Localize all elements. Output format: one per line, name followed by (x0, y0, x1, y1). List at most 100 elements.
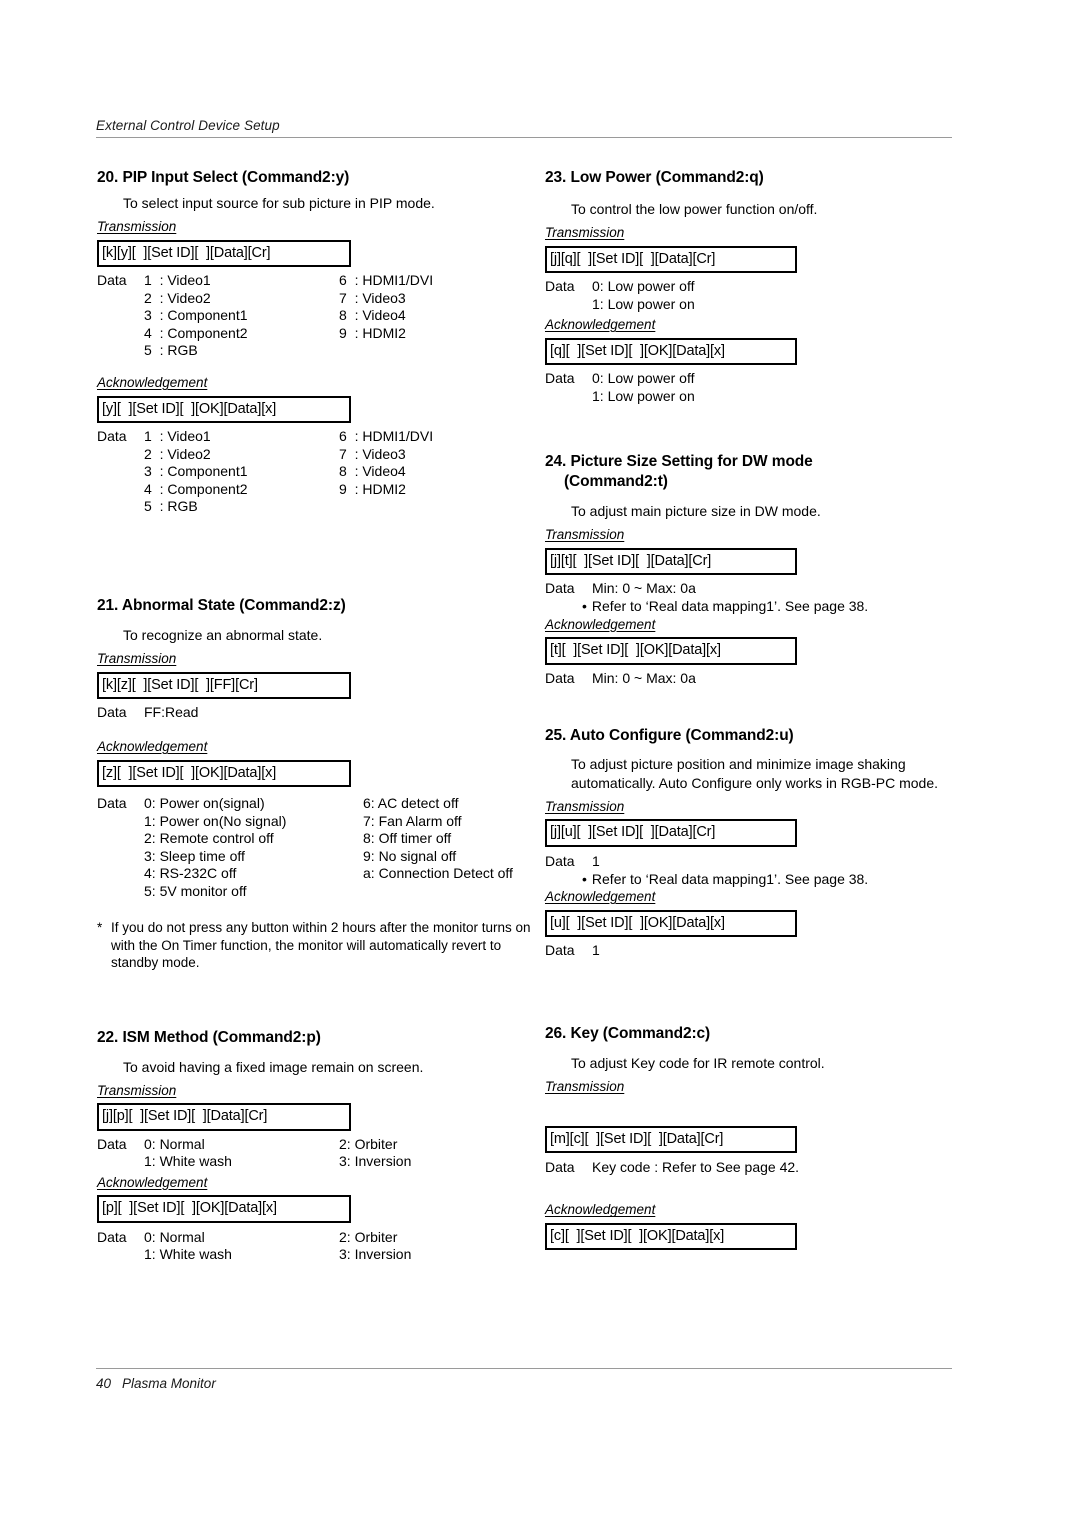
data-item: 0: Low power off (592, 370, 695, 387)
data-label: Data (545, 370, 575, 387)
bullet-text: Refer to ‘Real data mapping1’. See page … (591, 870, 869, 887)
section-26-transmission-data: Data Key code : Refer to See page 42. (545, 1159, 990, 1177)
data-column-a: 1 (592, 942, 990, 960)
section-25-acknowledgement-data: Data 1 (545, 942, 990, 960)
section-24-title: 24. Picture Size Setting for DW mode (Co… (545, 452, 990, 492)
section-22-acknowledgement-label: Acknowledgement (97, 1174, 208, 1190)
section-22: 22. ISM Method (Command2:p) To avoid hav… (97, 1028, 542, 1265)
section-22-title: 22. ISM Method (Command2:p) (97, 1028, 321, 1046)
section-22-description: To avoid having a fixed image remain on … (123, 1058, 424, 1075)
data-item: 6 : HDMI1/DVI (339, 272, 434, 289)
data-item: 8: Off timer off (363, 830, 452, 847)
section-24-title-line2: (Command2:t) (564, 472, 668, 490)
section-22-acknowledgement-command: [p][ ][Set ID][ ][OK][Data][x] (97, 1195, 351, 1223)
data-label: Data (545, 852, 575, 869)
section-24-description: To adjust main picture size in DW mode. (571, 502, 821, 519)
section-24-acknowledgement-command: [t][ ][Set ID][ ][OK][Data][x] (545, 637, 797, 665)
section-20-acknowledgement-label: Acknowledgement (97, 375, 208, 391)
header-divider (96, 137, 952, 138)
section-20-acknowledgement-command: [y][ ][Set ID][ ][OK][Data][x] (97, 395, 351, 424)
running-header: External Control Device Setup (96, 118, 952, 138)
section-21-acknowledgement-label: Acknowledgement (97, 739, 208, 755)
page-footer: 40 Plasma Monitor (96, 1368, 952, 1391)
data-item: 7: Fan Alarm off (363, 812, 462, 829)
data-item: 2: Orbiter (339, 1135, 398, 1152)
section-20-acknowledgement-data: Data 1 : Video1 2 : Video2 3 : Component… (97, 428, 542, 518)
data-label: Data (97, 1228, 127, 1245)
section-23-transmission-command: [j][q][ ][Set ID][ ][Data][Cr] (545, 245, 797, 274)
data-label: Data (97, 428, 127, 445)
data-label: Data (545, 669, 575, 686)
data-label: Data (97, 272, 127, 289)
data-item: 8 : Video4 (339, 307, 406, 324)
data-item: 6: AC detect off (363, 795, 459, 812)
section-24-acknowledgement-label: Acknowledgement (545, 616, 656, 632)
section-23: 23. Low Power (Command2:q) To control th… (545, 168, 990, 406)
data-item: 5 : RGB (144, 498, 198, 515)
section-25-bullet-note: • Refer to ‘Real data mapping1’. See page… (545, 871, 990, 889)
section-21-transmission-command: [k][z][ ][Set ID][ ][FF][Cr] (97, 671, 351, 700)
section-26-transmission-command: [m][c][ ][Set ID][ ][Data][Cr] (545, 1125, 797, 1154)
data-item: 2: Orbiter (339, 1228, 398, 1245)
data-item: 1 (592, 852, 600, 869)
data-item: 9 : HDMI2 (339, 324, 406, 341)
data-item: 8 : Video4 (339, 463, 406, 480)
page-number: 40 (96, 1376, 112, 1391)
footnote-marker: * (97, 920, 103, 936)
data-column-a: Min: 0 ~ Max: 0a (592, 580, 990, 598)
section-23-acknowledgement-label: Acknowledgement (545, 317, 656, 333)
section-26-acknowledgement-command: [c][ ][Set ID][ ][OK][Data][x] (545, 1222, 797, 1251)
running-header-title: External Control Device Setup (96, 118, 280, 133)
data-column-b: 2: Orbiter 3: Inversion (339, 1229, 411, 1264)
section-23-acknowledgement-command: [q][ ][Set ID][ ][OK][Data][x] (545, 337, 797, 366)
section-25-transmission-data: Data 1 (545, 853, 990, 871)
data-item: 1 (592, 942, 600, 959)
data-label: Data (545, 580, 575, 596)
data-label: Data (97, 1135, 127, 1152)
data-column-a: 0: Low power off 1: Low power on (592, 370, 990, 405)
section-20-transmission-data: Data 1 : Video1 2 : Video2 3 : Component… (97, 272, 542, 362)
section-23-acknowledgement-data: Data 0: Low power off 1: Low power on (545, 370, 990, 406)
data-column-a: Min: 0 ~ Max: 0a (592, 670, 990, 688)
data-item: 9: No signal off (363, 847, 457, 864)
data-label: Data (97, 704, 127, 721)
bullet-text: Refer to ‘Real data mapping1’. See page … (591, 598, 869, 614)
section-20-transmission-command: [k][y][ ][Set ID][ ][Data][Cr] (97, 239, 351, 268)
section-23-description: To control the low power function on/off… (571, 200, 818, 217)
section-24-title-line1: 24. Picture Size Setting for DW mode (545, 453, 813, 471)
footnote-text: If you do not press any button within 2 … (111, 920, 531, 971)
data-item: FF:Read (144, 704, 199, 721)
section-22-transmission-label: Transmission (97, 1082, 177, 1098)
data-column-b: 6 : HDMI1/DVI 7 : Video3 8 : Video4 9 : … (339, 272, 433, 342)
data-item: a: Connection Detect off (363, 865, 513, 882)
section-24-transmission-command: [j][t][ ][Set ID][ ][Data][Cr] (545, 547, 797, 575)
data-item: 7 : Video3 (339, 289, 406, 306)
data-item: 3: Inversion (339, 1246, 412, 1263)
data-item: Key code : Refer to See page 42. (592, 1159, 800, 1176)
data-label: Data (545, 278, 575, 295)
document-page: External Control Device Setup 20. PIP In… (0, 0, 1080, 1528)
data-item: 7 : Video3 (339, 445, 406, 462)
data-item: Min: 0 ~ Max: 0a (592, 669, 696, 686)
data-item: Min: 0 ~ Max: 0a (592, 580, 696, 596)
section-22-transmission-command: [j][p][ ][Set ID][ ][Data][Cr] (97, 1103, 351, 1131)
data-label: Data (545, 942, 575, 959)
bullet-icon: • (582, 870, 587, 887)
section-21: 21. Abnormal State (Command2:z) To recog… (97, 596, 542, 972)
section-26-acknowledgement-label: Acknowledgement (545, 1202, 656, 1218)
section-21-transmission-data: Data FF:Read (97, 704, 542, 722)
data-label: Data (97, 795, 127, 812)
section-21-title: 21. Abnormal State (Command2:z) (97, 597, 346, 615)
data-label: Data (545, 1159, 575, 1176)
section-25-transmission-command: [j][u][ ][Set ID][ ][Data][Cr] (545, 819, 797, 847)
section-25-title: 25. Auto Configure (Command2:u) (545, 726, 794, 744)
data-column-a: 1 (592, 853, 990, 871)
section-22-acknowledgement-data: Data 0: Normal 1: White wash 2: Orbiter … (97, 1229, 542, 1265)
section-23-transmission-label: Transmission (545, 225, 625, 241)
data-item: 5 : RGB (144, 342, 198, 359)
footer-text: 40 Plasma Monitor (96, 1376, 952, 1391)
section-21-transmission-label: Transmission (97, 651, 177, 667)
section-24-acknowledgement-data: Data Min: 0 ~ Max: 0a (545, 670, 990, 688)
section-21-acknowledgement-data: Data 0: Power on(signal) 1: Power on(No … (97, 795, 542, 903)
section-20-description: To select input source for sub picture i… (123, 194, 435, 211)
